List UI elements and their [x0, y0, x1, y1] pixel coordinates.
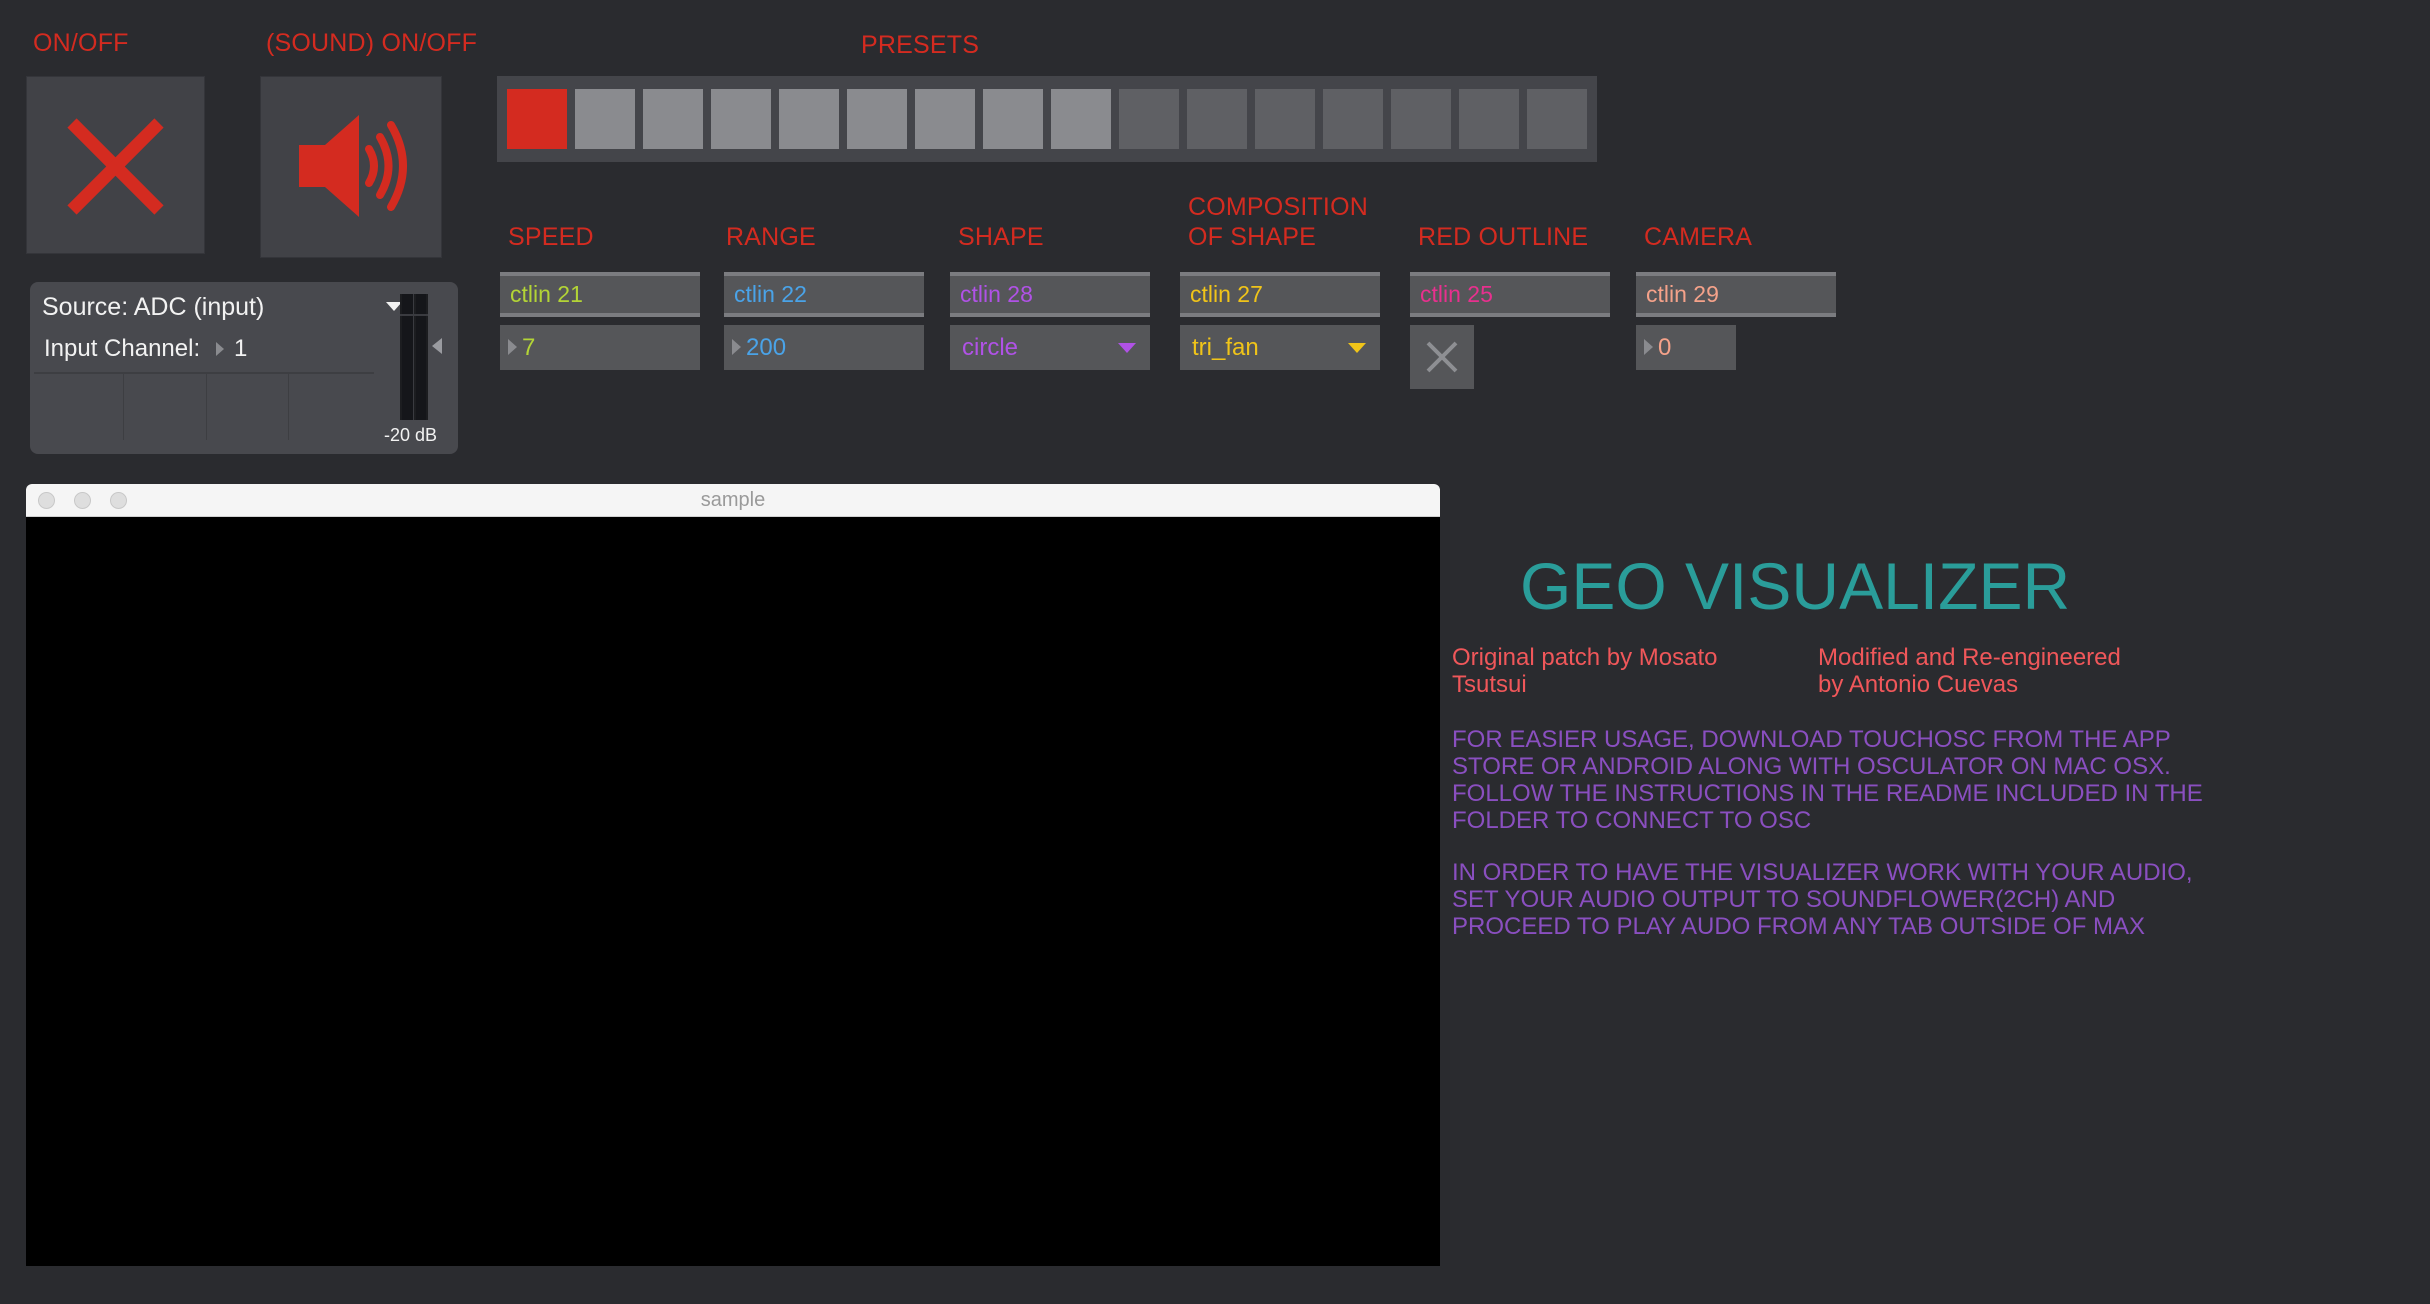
triangle-right-icon — [508, 339, 517, 355]
divider — [288, 374, 289, 440]
triangle-right-icon — [1644, 339, 1653, 355]
preset-slot-1[interactable] — [507, 89, 567, 149]
composition-value: tri_fan — [1192, 334, 1259, 361]
x-toggle-icon — [1426, 341, 1458, 373]
composition-label-line1: COMPOSITION — [1188, 193, 1368, 221]
presets-label: PRESETS — [861, 31, 980, 59]
shape-value: circle — [962, 334, 1019, 361]
preset-slot-16[interactable] — [1527, 89, 1587, 149]
preset-slot-2[interactable] — [575, 89, 635, 149]
render-canvas[interactable] — [26, 517, 1440, 1266]
sound-on-off-button[interactable] — [260, 76, 442, 258]
composition-label-line2: OF SHAPE — [1188, 223, 1317, 251]
composition-menu[interactable]: tri_fan — [1180, 325, 1380, 370]
window-title: sample — [700, 489, 766, 511]
source-menu[interactable]: Source: ADC (input) — [42, 290, 402, 324]
divider — [34, 372, 374, 374]
chevron-down-icon — [1348, 343, 1366, 353]
close-x-icon — [67, 118, 164, 215]
preset-slot-15[interactable] — [1459, 89, 1519, 149]
speed-label: SPEED — [508, 223, 594, 251]
chevron-down-icon — [1118, 343, 1136, 353]
camera-value: 0 — [1658, 334, 1672, 361]
preset-slot-8[interactable] — [983, 89, 1043, 149]
shape-ctlin[interactable]: ctlin 28 — [950, 272, 1150, 317]
gain-slider-handle[interactable] — [432, 338, 442, 354]
note-osc: FOR EASIER USAGE, DOWNLOAD TOUCHOSC FROM… — [1452, 726, 2203, 834]
preset-slot-12[interactable] — [1255, 89, 1315, 149]
shape-label: SHAPE — [958, 223, 1044, 251]
preset-slot-14[interactable] — [1391, 89, 1451, 149]
camera-number[interactable]: 0 — [1636, 325, 1736, 370]
preset-slot-6[interactable] — [847, 89, 907, 149]
camera-label: CAMERA — [1644, 223, 1753, 251]
preset-slot-10[interactable] — [1119, 89, 1179, 149]
composition-ctlin[interactable]: ctlin 27 — [1180, 272, 1380, 317]
credit-original: Original patch by Mosato Tsutsui — [1452, 644, 1718, 698]
input-channel-number[interactable]: 1 — [216, 332, 247, 366]
input-channel-value: 1 — [234, 335, 248, 362]
red-outline-toggle[interactable] — [1410, 325, 1474, 389]
input-channel-label: Input Channel: — [44, 335, 201, 362]
on-off-button[interactable] — [26, 76, 205, 254]
speed-number[interactable]: 7 — [500, 325, 700, 370]
triangle-right-icon — [732, 339, 741, 355]
camera-ctlin[interactable]: ctlin 29 — [1636, 272, 1836, 317]
sound-on-off-label: (SOUND) ON/OFF — [266, 29, 478, 57]
preset-slot-9[interactable] — [1051, 89, 1111, 149]
preset-slot-7[interactable] — [915, 89, 975, 149]
range-label: RANGE — [726, 223, 816, 251]
divider — [206, 374, 207, 440]
triangle-right-icon — [216, 342, 224, 356]
app-title: GEO VISUALIZER — [1520, 549, 2071, 623]
range-value: 200 — [746, 334, 787, 361]
credit-modified: Modified and Re-engineered by Antonio Cu… — [1818, 644, 2121, 698]
audio-settings-panel: Source: ADC (input) Input Channel: 1 -20… — [30, 282, 458, 454]
sample-window: sample — [26, 484, 1440, 1266]
red-outline-ctlin[interactable]: ctlin 25 — [1410, 272, 1610, 317]
preset-slot-11[interactable] — [1187, 89, 1247, 149]
on-off-label: ON/OFF — [33, 29, 129, 57]
speed-ctlin[interactable]: ctlin 21 — [500, 272, 700, 317]
range-number[interactable]: 200 — [724, 325, 924, 370]
meter-db-label: -20 dB — [384, 425, 438, 445]
presets-panel — [497, 76, 1597, 162]
preset-slot-13[interactable] — [1323, 89, 1383, 149]
preset-slot-4[interactable] — [711, 89, 771, 149]
preset-slot-3[interactable] — [643, 89, 703, 149]
note-audio: IN ORDER TO HAVE THE VISUALIZER WORK WIT… — [1452, 859, 2193, 940]
divider — [123, 374, 124, 440]
source-label: Source: ADC (input) — [42, 293, 265, 321]
preset-slot-5[interactable] — [779, 89, 839, 149]
range-ctlin[interactable]: ctlin 22 — [724, 272, 924, 317]
red-outline-label: RED OUTLINE — [1418, 223, 1589, 251]
shape-menu[interactable]: circle — [950, 325, 1150, 370]
level-meter — [400, 294, 428, 420]
window-title-bar[interactable]: sample — [26, 484, 1440, 517]
speaker-icon — [299, 115, 407, 217]
speed-value: 7 — [522, 334, 536, 361]
